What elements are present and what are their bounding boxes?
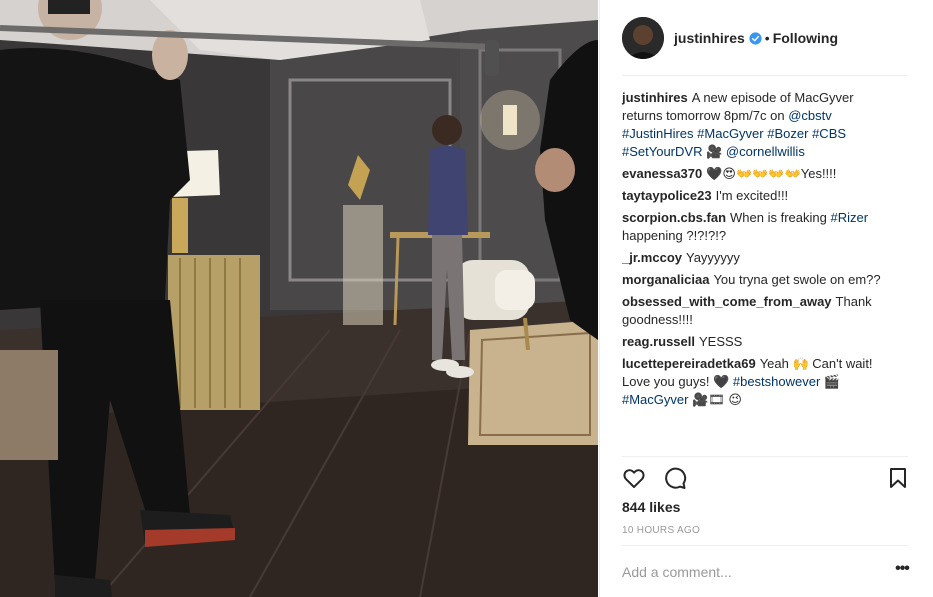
post-actions (622, 463, 908, 493)
comment-text: 🖤😍👐👐👐👐Yes!!!! (706, 166, 837, 181)
comments-list: justinhires A new episode of MacGyver ret… (622, 89, 892, 413)
hashtag-link[interactable]: #CBS (812, 126, 846, 141)
comment-text: 🎬 (820, 374, 841, 389)
post-author-username[interactable]: justinhires (674, 30, 745, 46)
comment-username[interactable]: taytaypolice23 (622, 188, 712, 203)
mention-link[interactable]: @cornellwillis (726, 144, 805, 159)
comment-text: happening ?!?!?!? (622, 228, 727, 243)
comment-item: reag.russell YESSS (622, 333, 892, 351)
mention-link[interactable]: @cbstv (788, 108, 832, 123)
comment-item: taytaypolice23 I'm excited!!! (622, 187, 892, 205)
avatar-image (622, 17, 664, 59)
comment-text: I'm excited!!! (715, 188, 789, 203)
post-timestamp[interactable]: 10 HOURS AGO (622, 525, 700, 536)
heart-icon[interactable] (622, 466, 646, 490)
hashtag-link[interactable]: #SetYourDVR (622, 144, 702, 159)
comment-item: morganaliciaa You tryna get swole on em?? (622, 271, 892, 289)
comment-username[interactable]: lucettepereiradetka69 (622, 356, 756, 371)
separator-dot: • (764, 30, 770, 46)
post-header: justinhires • Following (622, 16, 908, 60)
add-comment-input[interactable] (622, 561, 872, 583)
hashtag-link[interactable]: #JustinHires (622, 126, 694, 141)
comment-username[interactable]: _jr.mccoy (622, 250, 682, 265)
post-photo[interactable] (0, 0, 598, 597)
comment-text: You tryna get swole on em?? (713, 272, 881, 287)
caption: justinhires A new episode of MacGyver ret… (622, 89, 892, 161)
comment-username[interactable]: morganaliciaa (622, 272, 709, 287)
comment-item: obsessed_with_come_from_away Thank goodne… (622, 293, 892, 329)
likes-count[interactable]: 844 likes (622, 499, 680, 515)
comment-username[interactable]: scorpion.cbs.fan (622, 210, 726, 225)
comment-icon[interactable] (663, 466, 687, 490)
comment-item: _jr.mccoy Yayyyyyy (622, 249, 892, 267)
caption-username[interactable]: justinhires (622, 90, 688, 105)
comment-text: When is freaking (730, 210, 831, 225)
divider (622, 456, 908, 457)
comment-item: scorpion.cbs.fan When is freaking #Rizer … (622, 209, 892, 245)
hashtag-link[interactable]: #Bozer (767, 126, 808, 141)
divider (622, 545, 908, 546)
caption-emoji: 🎥 (702, 144, 726, 159)
comment-item: lucettepereiradetka69 Yeah 🙌 Can't wait! … (622, 355, 892, 409)
more-options-button[interactable]: ••• (892, 561, 912, 582)
comment-text: YESSS (699, 334, 743, 349)
comment-text: 🎥🎞 😉 (688, 392, 742, 407)
avatar[interactable] (622, 17, 664, 59)
comment-username[interactable]: obsessed_with_come_from_away (622, 294, 832, 309)
comment-item: evanessa370 🖤😍👐👐👐👐Yes!!!! (622, 165, 892, 183)
hashtag-link[interactable]: #MacGyver (697, 126, 763, 141)
following-button[interactable]: Following (773, 30, 838, 46)
bookmark-icon[interactable] (886, 466, 910, 490)
hashtag-link[interactable]: #bestshowever (733, 374, 820, 389)
verified-badge-icon (749, 31, 762, 45)
hashtag-link[interactable]: #MacGyver (622, 392, 688, 407)
comment-text: Yayyyyyy (686, 250, 740, 265)
comment-username[interactable]: evanessa370 (622, 166, 702, 181)
hashtag-link[interactable]: #Rizer (830, 210, 868, 225)
divider (622, 75, 908, 76)
comment-username[interactable]: reag.russell (622, 334, 695, 349)
post-photo-image (0, 0, 598, 597)
